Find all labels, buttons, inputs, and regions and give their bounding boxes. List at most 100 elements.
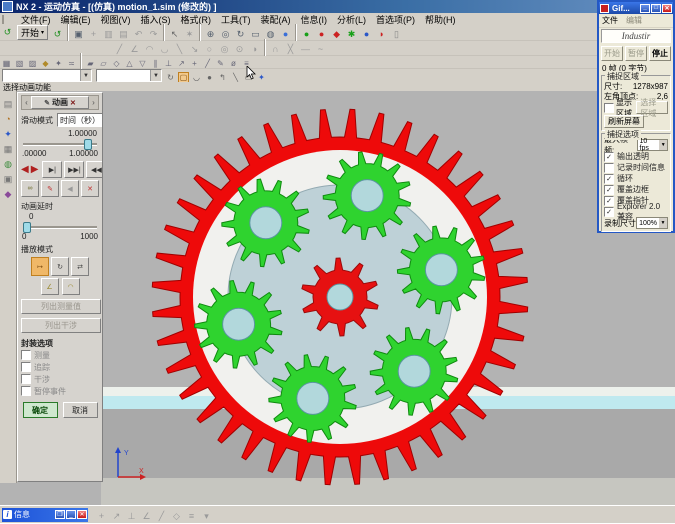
- cancel-button[interactable]: 取消: [63, 402, 98, 418]
- refresh-icon[interactable]: ↺: [1, 26, 14, 39]
- gear-pair-icon[interactable]: ✱: [345, 28, 358, 41]
- select-region-button[interactable]: 选择区域: [636, 101, 668, 114]
- chevron-down-icon[interactable]: ▼: [102, 114, 103, 126]
- chevron-down-icon[interactable]: ▼: [659, 140, 667, 150]
- close-icon[interactable]: ✕: [70, 99, 76, 107]
- record-size-combo[interactable]: 100% ▼: [636, 217, 668, 229]
- shade2-icon[interactable]: ▨: [27, 58, 38, 69]
- dress-up-icon[interactable]: ◠: [62, 278, 80, 295]
- delay-slider[interactable]: [23, 222, 97, 231]
- resource-roles-icon[interactable]: ▣: [2, 173, 15, 186]
- profile-icon[interactable]: ∩: [269, 43, 282, 56]
- delete-icon[interactable]: ✕: [81, 180, 99, 197]
- checkbox[interactable]: [21, 374, 31, 384]
- delay-slider-thumb[interactable]: [23, 222, 31, 233]
- selection-scope-combo[interactable]: ▼: [2, 69, 92, 82]
- snap-angle-icon[interactable]: ∠: [140, 510, 153, 523]
- snap-perpendicular-icon[interactable]: ⊥: [125, 510, 138, 523]
- freehand-icon[interactable]: ~: [314, 43, 327, 56]
- checkbox[interactable]: ✓: [604, 185, 614, 195]
- checkbox[interactable]: ✓: [604, 196, 614, 206]
- resource-history-icon[interactable]: ◔: [2, 113, 15, 126]
- gif-menu-edit[interactable]: 编辑: [626, 15, 642, 26]
- filter-combo[interactable]: ▼: [96, 69, 162, 82]
- update-icon[interactable]: ↻: [165, 72, 176, 83]
- fps-combo[interactable]: 10 fps ▼: [637, 139, 669, 151]
- measure-icon[interactable]: ≍: [66, 58, 77, 69]
- previous-frame-icon[interactable]: ◀: [61, 180, 79, 197]
- triangle-icon[interactable]: △: [124, 58, 135, 69]
- minimize-icon[interactable]: _: [640, 4, 650, 13]
- start-button[interactable]: 开始 ▾: [17, 25, 48, 40]
- gif-title-bar[interactable]: Gif... _ □ ✕: [599, 2, 673, 14]
- refresh-screen-button[interactable]: 刷新屏幕: [604, 115, 644, 128]
- gif-start-button[interactable]: 开始: [601, 46, 623, 61]
- resource-assembly-icon[interactable]: ✦: [2, 128, 15, 141]
- list-measure-button[interactable]: 列出测量值: [21, 299, 101, 314]
- fast-forward-icon[interactable]: ▶▶|: [64, 161, 84, 178]
- marker-icon[interactable]: ◆: [330, 28, 343, 41]
- diagonal-icon[interactable]: ╲: [230, 72, 241, 83]
- resource-navigator-icon[interactable]: ▤: [2, 98, 15, 111]
- menu-item[interactable]: 帮助(H): [420, 15, 461, 25]
- snap-line-icon[interactable]: ╱: [155, 510, 168, 523]
- diamond-icon[interactable]: ◆: [40, 58, 51, 69]
- info-window-titlebar[interactable]: i 信息 ❐ _ ✕: [2, 508, 88, 522]
- lasso-icon[interactable]: ◡: [191, 72, 202, 83]
- chevron-down-icon[interactable]: ▼: [659, 218, 667, 228]
- play-once-mode-icon[interactable]: ↦: [31, 257, 49, 276]
- snap-more-icon[interactable]: ▾: [200, 510, 213, 523]
- ok-button[interactable]: 确定: [23, 402, 58, 418]
- gif-stop-button[interactable]: 停止: [649, 46, 671, 61]
- sheet-icon[interactable]: ▯: [390, 28, 403, 41]
- shade1-icon[interactable]: ▧: [14, 58, 25, 69]
- tab-animation[interactable]: ✎ 动画 ✕: [31, 96, 89, 109]
- play-reverse-button[interactable]: ◀: [21, 162, 29, 177]
- chevron-down-icon[interactable]: ▼: [150, 70, 161, 81]
- step-back-icon[interactable]: ◀◀: [86, 161, 103, 178]
- trim-icon[interactable]: ╳: [284, 43, 297, 56]
- gif-pause-button[interactable]: 暂停: [625, 46, 647, 61]
- resource-palette-icon[interactable]: ◆: [2, 188, 15, 201]
- back-icon[interactable]: ↰: [217, 72, 228, 83]
- loop-mode-icon[interactable]: ↻: [51, 257, 69, 276]
- gif-menu-file[interactable]: 文件: [602, 15, 618, 26]
- step-forward-icon[interactable]: ▶|: [42, 161, 62, 178]
- chevron-down-icon[interactable]: ▼: [80, 70, 91, 81]
- triangle-down-icon[interactable]: ▽: [137, 58, 148, 69]
- bar-icon[interactable]: ▰: [85, 58, 96, 69]
- minimize-icon[interactable]: _: [66, 510, 76, 519]
- save-icon[interactable]: ▣: [72, 28, 85, 41]
- checkbox[interactable]: [21, 350, 31, 360]
- add-icon[interactable]: +: [87, 28, 100, 41]
- checkbox[interactable]: [21, 386, 31, 396]
- show-region-checkbox[interactable]: [604, 103, 614, 113]
- resource-scene-icon[interactable]: ◍: [2, 158, 15, 171]
- snap-endpoint-icon[interactable]: ↗: [110, 510, 123, 523]
- articulation-icon[interactable]: ∠: [41, 278, 59, 295]
- dimension-icon[interactable]: —: [299, 43, 312, 56]
- checkbox[interactable]: [604, 163, 614, 173]
- star-icon[interactable]: ✦: [53, 58, 64, 69]
- motion-body-icon[interactable]: ●: [360, 28, 373, 41]
- checkbox[interactable]: ✓: [604, 152, 614, 162]
- checkbox[interactable]: [21, 362, 31, 372]
- time-slider[interactable]: [23, 139, 97, 148]
- sphere-icon[interactable]: ✦: [256, 72, 267, 83]
- refresh-icon[interactable]: ↺: [51, 28, 64, 41]
- export-edit-icon[interactable]: ✎: [41, 180, 59, 197]
- diamond2-icon[interactable]: ◇: [111, 58, 122, 69]
- play-forward-button[interactable]: ▶: [31, 162, 39, 177]
- maximize-icon[interactable]: □: [651, 4, 661, 13]
- resource-web-icon[interactable]: ▦: [2, 143, 15, 156]
- close-icon[interactable]: ✕: [77, 510, 87, 519]
- grid-icon[interactable]: ▦: [1, 58, 12, 69]
- tab-nav-left-icon[interactable]: ‹: [22, 98, 31, 107]
- selection-box-icon[interactable]: ▢: [178, 72, 189, 83]
- snap-list-icon[interactable]: ≡: [185, 510, 198, 523]
- bar2-icon[interactable]: ▱: [98, 58, 109, 69]
- graphics-viewport[interactable]: [101, 91, 675, 505]
- export-link-icon[interactable]: ∞: [21, 180, 39, 197]
- time-slider-thumb[interactable]: [84, 139, 92, 150]
- snap-point-icon[interactable]: +: [95, 510, 108, 523]
